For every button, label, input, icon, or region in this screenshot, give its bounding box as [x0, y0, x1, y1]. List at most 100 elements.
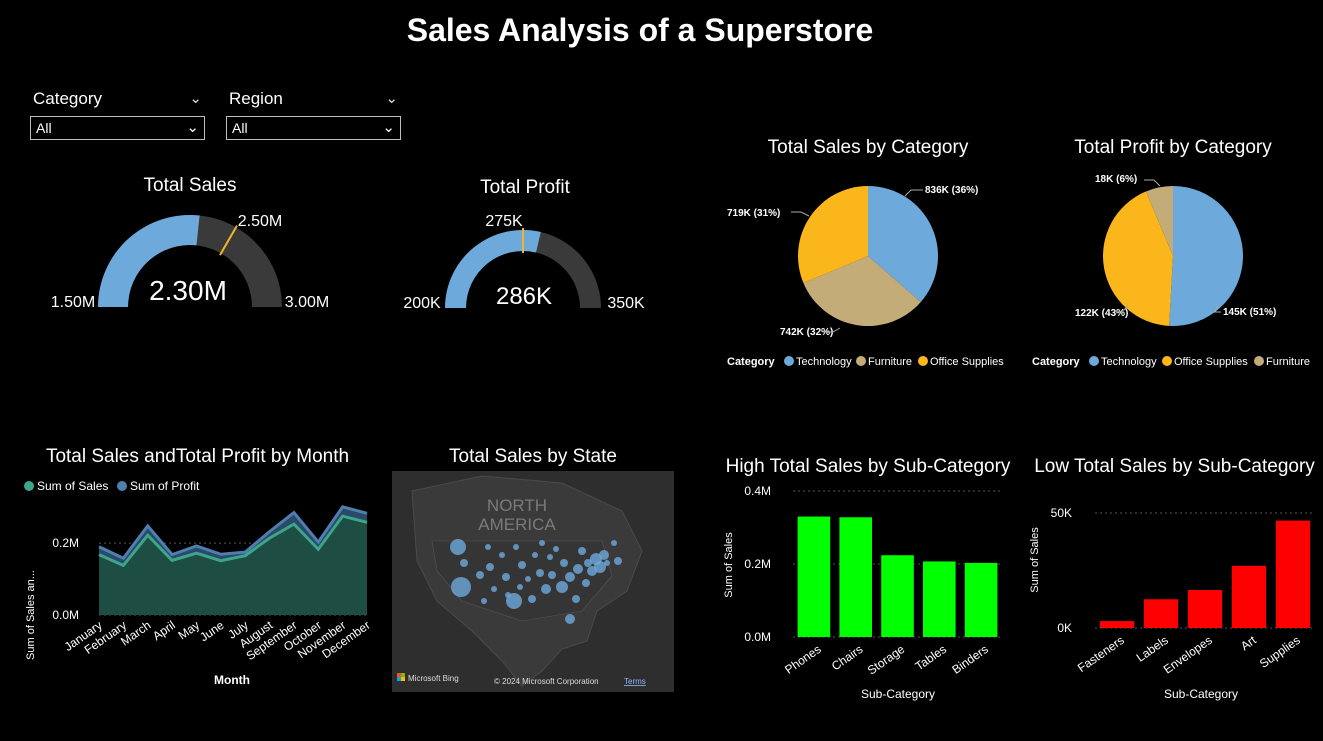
legend-marker: [856, 356, 866, 366]
bar[interactable]: [1099, 621, 1135, 628]
total-sales-gauge[interactable]: 2.30M 1.50M 3.00M 2.50M: [40, 200, 350, 320]
bing-logo-icon: [397, 673, 401, 677]
map-bubble[interactable]: [560, 559, 568, 567]
y-axis-label: Sum of Sales: [723, 532, 735, 598]
map-bubble[interactable]: [460, 559, 468, 567]
sales-profit-by-month-chart[interactable]: Sum of Sales Sum of Profit 0.0M0.2M Janu…: [15, 475, 380, 695]
low-sales-subcategory-title: Low Total Sales by Sub-Category: [1034, 456, 1315, 477]
profit-by-category-pie[interactable]: 145K (51%) 122K (43%) 18K (6%) Category …: [1020, 168, 1323, 378]
low-sales-subcategory-chart[interactable]: 0K 50K Fasteners LabelsEnvelopes ArtSupplie…: [1020, 480, 1323, 710]
y-tick-label: 0.2M: [744, 557, 771, 571]
map-bubble[interactable]: [505, 592, 511, 598]
sales-by-category-pie[interactable]: 836K (36%) 742K (32%) 719K (31%) Categor…: [715, 168, 1020, 378]
region-slicer[interactable]: Region ⌄ All ⌄: [226, 88, 401, 144]
legend-marker: [117, 481, 127, 491]
x-tick-label: Supplies: [1257, 633, 1303, 671]
map-bubble[interactable]: [517, 584, 523, 590]
map-bubble[interactable]: [532, 552, 538, 558]
bar[interactable]: [881, 555, 914, 637]
map-bubble[interactable]: [476, 571, 484, 579]
y-tick-label: 0K: [1057, 621, 1072, 635]
map-bubble[interactable]: [541, 584, 551, 594]
legend-marker: [1254, 356, 1264, 366]
map-bubble[interactable]: [556, 581, 568, 593]
map-bubble[interactable]: [614, 557, 622, 565]
chevron-down-icon[interactable]: ⌄: [385, 89, 398, 107]
map-bubble[interactable]: [539, 540, 545, 546]
gauge-max-label: 3.00M: [285, 294, 329, 311]
sales-by-state-title: Total Sales by State: [449, 446, 617, 467]
map-bubble[interactable]: [547, 554, 553, 560]
bar[interactable]: [922, 561, 956, 637]
category-slicer[interactable]: Category ⌄ All ⌄: [30, 88, 205, 144]
pie-slice[interactable]: [1169, 186, 1244, 326]
sales-by-category-title: Total Sales by Category: [767, 137, 969, 158]
high-sales-subcategory-chart[interactable]: 0.0M 0.2M 0.4M Phones Chairs Storage Tables Bi…: [715, 480, 1020, 710]
map-bubble[interactable]: [481, 598, 487, 604]
map-bubble[interactable]: [451, 577, 471, 597]
chevron-down-icon[interactable]: ⌄: [189, 89, 202, 107]
pie-data-label: 18K (6%): [1095, 174, 1137, 185]
map-terms-link[interactable]: Terms: [624, 677, 646, 686]
x-tick-label: Storage: [865, 642, 908, 678]
x-tick-label: Envelopes: [1161, 633, 1215, 677]
map-bubble[interactable]: [611, 540, 617, 546]
map-bubble[interactable]: [491, 586, 497, 592]
map-bubble[interactable]: [528, 595, 536, 603]
chevron-down-icon[interactable]: ⌄: [382, 118, 395, 136]
sales-by-state-map[interactable]: NORTH AMERICA Microsoft Bing © 2024 Micr…: [392, 471, 674, 692]
map-bubble[interactable]: [572, 595, 580, 603]
category-dropdown[interactable]: All ⌄: [30, 116, 205, 140]
map-bubble[interactable]: [604, 560, 610, 566]
leader-line: [904, 189, 923, 197]
map-bubble[interactable]: [565, 614, 575, 624]
bar[interactable]: [839, 517, 873, 637]
bar[interactable]: [1143, 599, 1179, 628]
total-profit-gauge[interactable]: 286K 200K 350K 275K: [390, 205, 660, 315]
chevron-down-icon[interactable]: ⌄: [186, 118, 199, 136]
x-axis-label: Sub-Category: [861, 687, 935, 701]
map-bubble[interactable]: [525, 576, 531, 582]
legend-item: Furniture: [868, 356, 912, 368]
x-tick-label: Art: [1238, 633, 1259, 654]
bar[interactable]: [1231, 565, 1267, 628]
map-bubble[interactable]: [582, 579, 590, 587]
gauge-value: 286K: [496, 283, 552, 310]
legend-item: Sum of Sales: [37, 479, 108, 493]
y-tick-label: 50K: [1051, 506, 1072, 520]
map-bubble[interactable]: [485, 544, 491, 550]
legend-item: Office Supplies: [1174, 356, 1248, 368]
map-region-label: NORTH: [487, 496, 547, 515]
bar[interactable]: [964, 562, 998, 637]
legend-item: Technology: [796, 356, 852, 368]
map-bubble[interactable]: [536, 569, 544, 577]
bar[interactable]: [797, 516, 831, 637]
map-bubble[interactable]: [553, 546, 559, 552]
y-tick-label: 0.4M: [744, 484, 771, 498]
region-dropdown[interactable]: All ⌄: [226, 116, 401, 140]
map-bubble[interactable]: [513, 544, 519, 550]
bar[interactable]: [1187, 590, 1223, 628]
map-canvas[interactable]: NORTH AMERICA Microsoft Bing © 2024 Micr…: [392, 471, 674, 692]
map-bubble[interactable]: [548, 571, 556, 579]
legend-marker: [784, 356, 794, 366]
y-tick-label: 0.0M: [744, 630, 771, 644]
map-bubble[interactable]: [578, 547, 586, 555]
map-bubble[interactable]: [573, 564, 583, 574]
map-bubble[interactable]: [518, 561, 526, 569]
gauge-min-label: 1.50M: [51, 294, 95, 311]
map-bubble[interactable]: [502, 573, 510, 581]
region-slicer-label: Region: [229, 89, 283, 108]
map-region-label: AMERICA: [478, 515, 556, 534]
bar[interactable]: [1275, 520, 1311, 628]
map-bubble[interactable]: [450, 539, 466, 555]
x-tick-label: May: [176, 618, 203, 642]
map-bubble[interactable]: [599, 550, 609, 560]
x-tick-label: Binders: [949, 642, 990, 677]
x-axis-label: Month: [214, 673, 250, 687]
category-dropdown-value: All: [36, 120, 52, 136]
map-bubble[interactable]: [499, 552, 505, 558]
legend-title: Category: [727, 356, 776, 368]
map-bubble[interactable]: [486, 563, 494, 571]
map-bubble[interactable]: [565, 572, 575, 582]
